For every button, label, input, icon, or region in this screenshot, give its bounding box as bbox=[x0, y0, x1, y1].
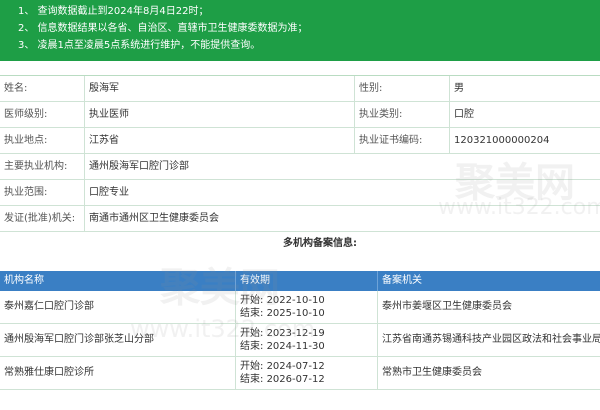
institution-name: 通州殷海军口腔门诊部张芝山分部 bbox=[0, 324, 236, 356]
scope-label: 执业范围: bbox=[0, 180, 85, 205]
info-row-org: 主要执业机构: 通州殷海军口腔门诊部 bbox=[0, 154, 600, 180]
end-date: 2025-10-10 bbox=[266, 308, 325, 319]
scope-value: 口腔专业 bbox=[89, 187, 129, 198]
issuer-value: 南通市通州区卫生健康委员会 bbox=[89, 213, 219, 224]
start-date: 2024-07-12 bbox=[266, 361, 325, 372]
info-row-scope: 执业范围: 口腔专业 bbox=[0, 180, 600, 206]
issuer-label: 发证(批准)机关: bbox=[0, 206, 85, 231]
location-label: 执业地点: bbox=[0, 128, 85, 153]
institution-name: 常熟雅仕康口腔诊所 bbox=[0, 357, 236, 389]
category-value: 口腔 bbox=[454, 109, 474, 120]
validity: 开始: 2023-12-19 结束: 2024-11-30 bbox=[236, 324, 378, 356]
notice-line-2: 2、 信息数据结果以各省、自治区、直辖市卫生健康委数据为准； bbox=[18, 23, 308, 34]
info-row-location: 执业地点: 江苏省 执业证书编码: 120321000000204 bbox=[0, 128, 600, 154]
gender-value: 男 bbox=[454, 83, 464, 94]
start-date: 2022-10-10 bbox=[266, 295, 325, 306]
table-row: 泰州嘉仁口腔门诊部 开始: 2022-10-10 结束: 2025-10-10 … bbox=[0, 291, 600, 324]
multi-institution-title: 多机构备案信息: bbox=[283, 238, 357, 249]
filing-org: 泰州市姜堰区卫生健康委员会 bbox=[382, 301, 512, 312]
table-row: 通州殷海军口腔门诊部张芝山分部 开始: 2023-12-19 结束: 2024-… bbox=[0, 324, 600, 357]
header-validity: 有效期 bbox=[236, 271, 378, 291]
end-prefix: 结束: bbox=[240, 308, 264, 319]
notice-line-1: 1、 查询数据截止到2024年8月4日22时； bbox=[18, 6, 209, 17]
header-org: 备案机关 bbox=[382, 275, 422, 286]
category-label: 执业类别: bbox=[355, 102, 450, 127]
start-date: 2023-12-19 bbox=[266, 328, 325, 339]
end-prefix: 结束: bbox=[240, 341, 264, 352]
org-value: 通州殷海军口腔门诊部 bbox=[89, 161, 189, 172]
end-prefix: 结束: bbox=[240, 374, 264, 385]
notice-banner: 1、 查询数据截止到2024年8月4日22时； 2、 信息数据结果以各省、自治区… bbox=[0, 0, 600, 61]
info-row-level: 医师级别: 执业医师 执业类别: 口腔 bbox=[0, 102, 600, 128]
filing-org: 江苏省南通苏锡通科技产业园区政法和社会事业局 bbox=[382, 334, 600, 345]
institution-name: 泰州嘉仁口腔门诊部 bbox=[0, 291, 236, 323]
name-value: 殷海军 bbox=[85, 76, 355, 101]
info-row-name: 姓名: 殷海军 性别: 男 bbox=[0, 76, 600, 102]
start-prefix: 开始: bbox=[240, 295, 264, 306]
table-row: 常熟雅仕康口腔诊所 开始: 2024-07-12 结束: 2026-07-12 … bbox=[0, 357, 600, 390]
level-label: 医师级别: bbox=[0, 102, 85, 127]
end-date: 2026-07-12 bbox=[266, 374, 325, 385]
doctor-info-table: 姓名: 殷海军 性别: 男 医师级别: 执业医师 执业类别: 口腔 执业地点: … bbox=[0, 75, 600, 232]
notice-line-3: 3、 凌晨1点至凌晨5点系统进行维护，不能提供查询。 bbox=[18, 40, 261, 51]
end-date: 2024-11-30 bbox=[266, 341, 325, 352]
cert-label: 执业证书编码: bbox=[355, 128, 450, 153]
start-prefix: 开始: bbox=[240, 328, 264, 339]
org-label: 主要执业机构: bbox=[0, 154, 85, 179]
cert-value: 120321000000204 bbox=[454, 135, 550, 146]
institution-table-header: 机构名称 有效期 备案机关 bbox=[0, 271, 600, 291]
start-prefix: 开始: bbox=[240, 361, 264, 372]
gender-label: 性别: bbox=[355, 76, 450, 101]
location-value: 江苏省 bbox=[85, 128, 355, 153]
info-row-issuer: 发证(批准)机关: 南通市通州区卫生健康委员会 bbox=[0, 206, 600, 232]
header-name: 机构名称 bbox=[0, 271, 236, 291]
level-value: 执业医师 bbox=[85, 102, 355, 127]
validity: 开始: 2024-07-12 结束: 2026-07-12 bbox=[236, 357, 378, 389]
validity: 开始: 2022-10-10 结束: 2025-10-10 bbox=[236, 291, 378, 323]
filing-org: 常熟市卫生健康委员会 bbox=[382, 367, 482, 378]
name-label: 姓名: bbox=[0, 76, 85, 101]
